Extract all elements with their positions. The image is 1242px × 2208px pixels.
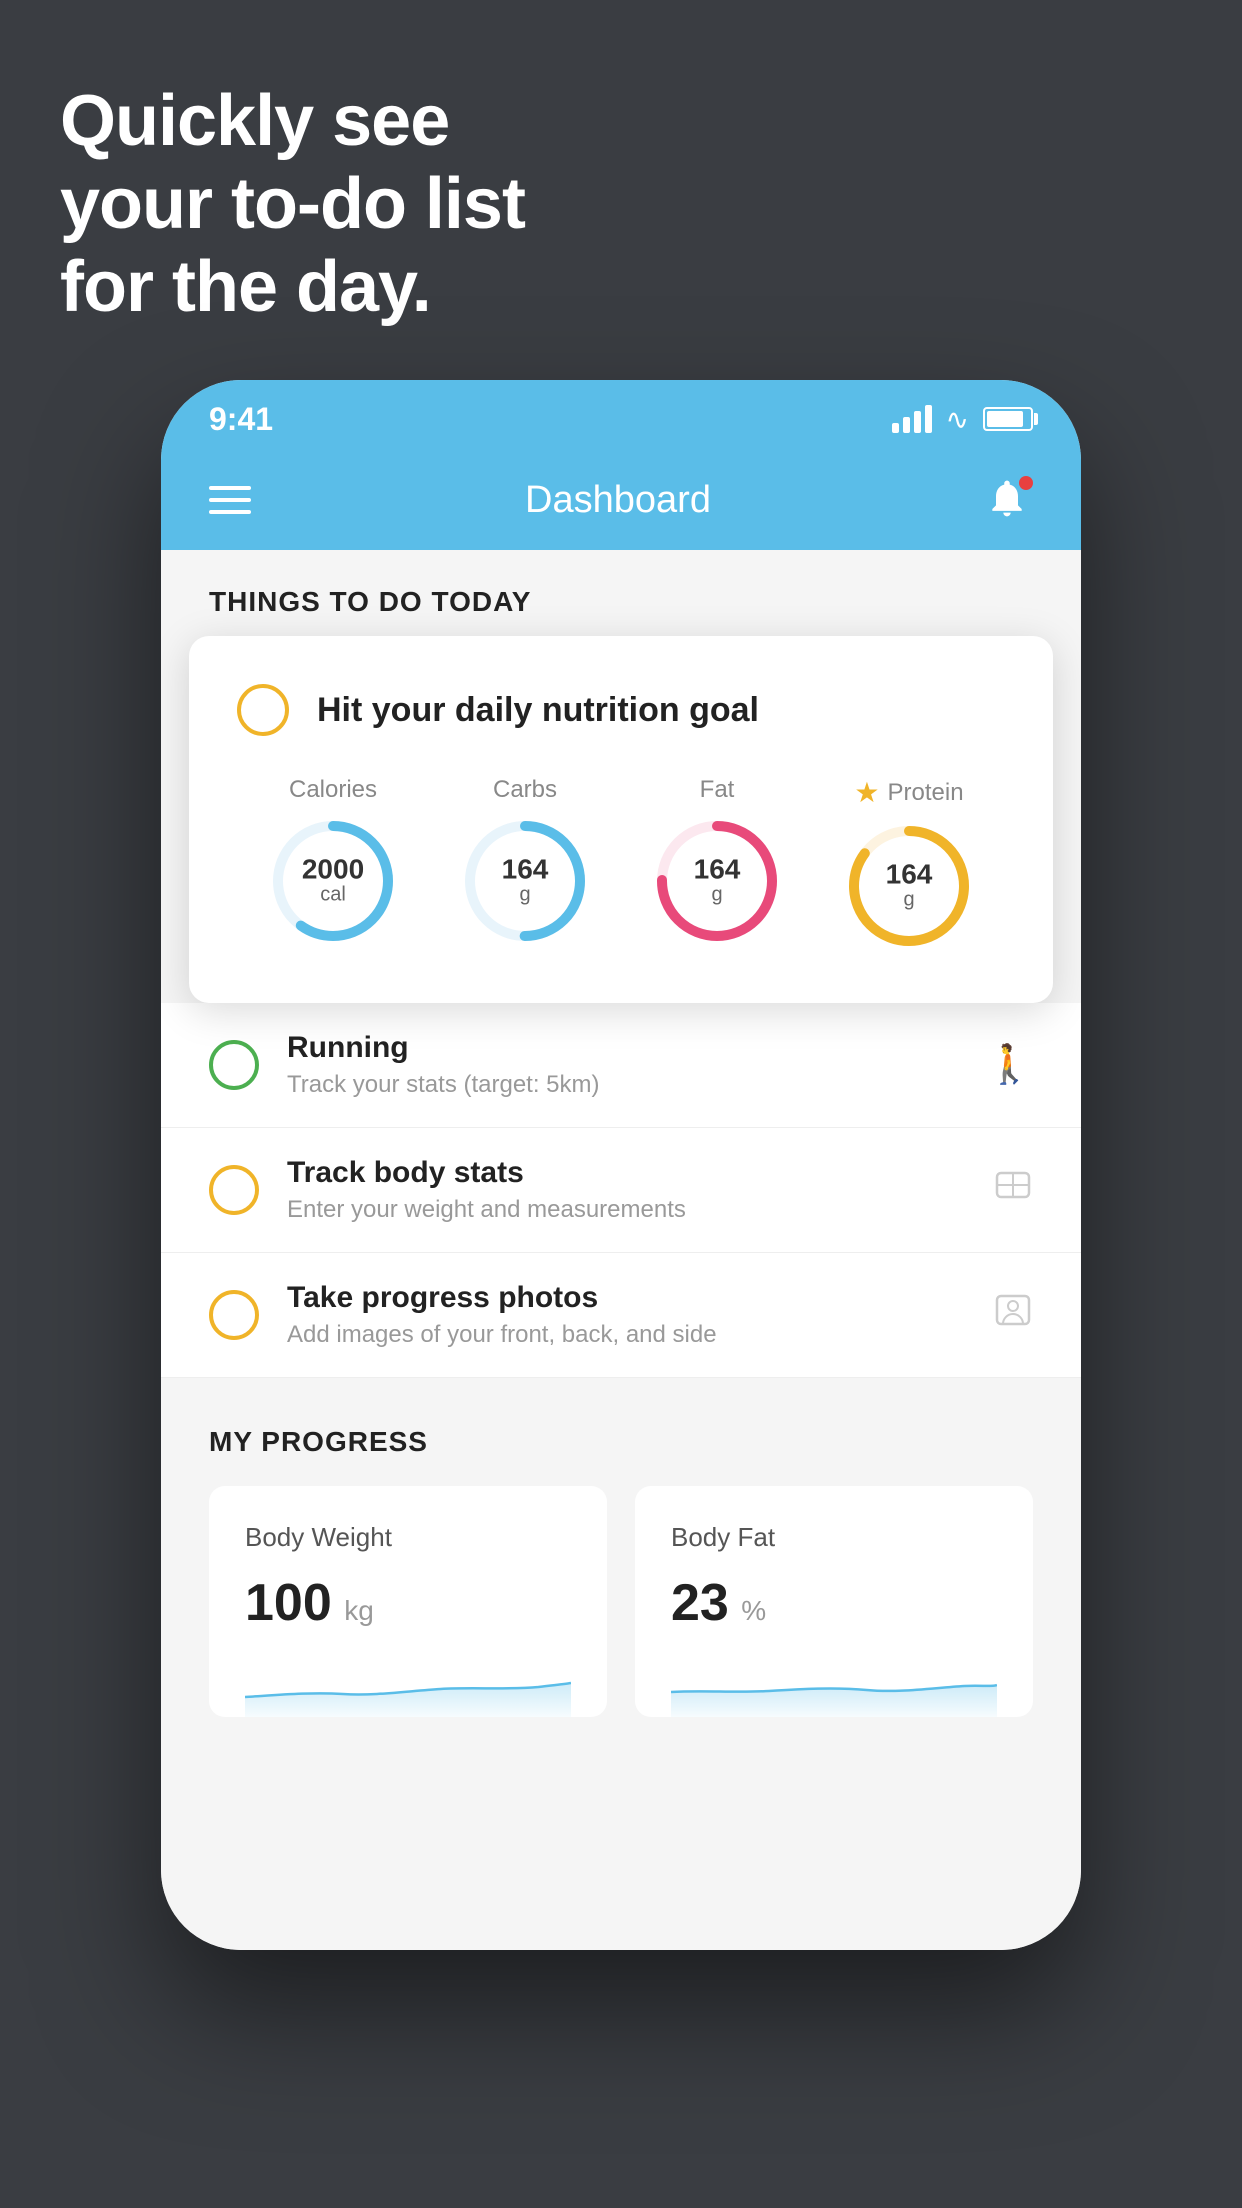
carbs-value-container: 164 g: [502, 856, 549, 907]
calories-ring: 2000 cal: [268, 816, 398, 946]
fat-ring: 164 g: [652, 816, 782, 946]
things-section-header: THINGS TO DO TODAY: [161, 550, 1081, 636]
body-weight-chart: [245, 1657, 571, 1717]
status-icons: ∿: [892, 403, 1033, 436]
body-stats-subtitle: Enter your weight and measurements: [287, 1196, 993, 1224]
body-fat-label: Body Fat: [671, 1522, 997, 1553]
body-weight-value: 100: [245, 1574, 332, 1632]
body-weight-label: Body Weight: [245, 1522, 571, 1553]
person-icon: [993, 1290, 1033, 1340]
body-fat-card[interactable]: Body Fat 23 %: [635, 1486, 1033, 1717]
photos-subtitle: Add images of your front, back, and side: [287, 1321, 993, 1349]
body-stats-text: Track body stats Enter your weight and m…: [287, 1156, 993, 1224]
protein-label: Protein: [888, 779, 964, 807]
calories-label: Calories: [289, 776, 377, 804]
list-item-photos[interactable]: Take progress photos Add images of your …: [161, 1253, 1081, 1378]
list-item-running[interactable]: Running Track your stats (target: 5km) 🚶: [161, 1003, 1081, 1128]
photos-check: [209, 1290, 259, 1340]
notification-bell[interactable]: [985, 476, 1033, 524]
fat-value: 164: [694, 856, 741, 884]
scale-icon: [993, 1165, 1033, 1215]
fat-value-container: 164 g: [694, 856, 741, 907]
running-title: Running: [287, 1031, 986, 1065]
card-header: Hit your daily nutrition goal: [237, 684, 1005, 736]
nutrition-card[interactable]: Hit your daily nutrition goal Calories: [189, 636, 1053, 1003]
protein-value-container: 164 g: [886, 861, 933, 912]
body-weight-card[interactable]: Body Weight 100 kg: [209, 1486, 607, 1717]
carbs-ring: 164 g: [460, 816, 590, 946]
calories-value-container: 2000 cal: [302, 856, 364, 907]
photos-title: Take progress photos: [287, 1281, 993, 1315]
nutrition-protein: ★ Protein 164 g: [844, 776, 974, 951]
headline: Quickly see your to-do list for the day.: [60, 80, 525, 328]
progress-section-title: MY PROGRESS: [209, 1426, 1033, 1458]
fat-label: Fat: [700, 776, 735, 804]
list-item-body-stats[interactable]: Track body stats Enter your weight and m…: [161, 1128, 1081, 1253]
notification-dot: [1019, 476, 1033, 490]
nutrition-check-circle: [237, 684, 289, 736]
body-stats-title: Track body stats: [287, 1156, 993, 1190]
star-icon: ★: [854, 776, 879, 809]
hamburger-menu[interactable]: [209, 486, 251, 514]
progress-cards: Body Weight 100 kg: [209, 1486, 1033, 1717]
protein-value: 164: [886, 861, 933, 889]
running-subtitle: Track your stats (target: 5km): [287, 1071, 986, 1099]
fat-unit: g: [694, 884, 741, 907]
body-stats-check: [209, 1165, 259, 1215]
nutrition-fat: Fat 164 g: [652, 776, 782, 946]
todo-list: Running Track your stats (target: 5km) 🚶…: [161, 1003, 1081, 1378]
body-weight-unit: kg: [344, 1595, 374, 1626]
things-section-title: THINGS TO DO TODAY: [209, 586, 531, 617]
protein-unit: g: [886, 889, 933, 912]
wifi-icon: ∿: [946, 403, 969, 436]
protein-ring: 164 g: [844, 821, 974, 951]
nav-title: Dashboard: [525, 479, 711, 522]
carbs-label: Carbs: [493, 776, 557, 804]
body-weight-value-row: 100 kg: [245, 1573, 571, 1633]
battery-icon: [983, 407, 1033, 431]
nutrition-card-title: Hit your daily nutrition goal: [317, 691, 759, 730]
phone-mockup: 9:41 ∿ Dashboard: [161, 380, 1081, 2140]
signal-icon: [892, 405, 932, 433]
nutrition-circles: Calories 2000 cal: [237, 776, 1005, 951]
body-fat-chart: [671, 1657, 997, 1717]
status-bar: 9:41 ∿: [161, 380, 1081, 450]
shoe-icon: 🚶: [986, 1043, 1033, 1087]
photos-text: Take progress photos Add images of your …: [287, 1281, 993, 1349]
body-fat-value: 23: [671, 1574, 729, 1632]
carbs-unit: g: [502, 884, 549, 907]
carbs-value: 164: [502, 856, 549, 884]
running-text: Running Track your stats (target: 5km): [287, 1031, 986, 1099]
phone-screen: 9:41 ∿ Dashboard: [161, 380, 1081, 1950]
nutrition-calories: Calories 2000 cal: [268, 776, 398, 946]
status-time: 9:41: [209, 401, 273, 438]
body-fat-unit: %: [741, 1595, 766, 1626]
calories-value: 2000: [302, 856, 364, 884]
progress-section: MY PROGRESS Body Weight 100 kg: [161, 1378, 1081, 1753]
running-check: [209, 1040, 259, 1090]
nav-bar: Dashboard: [161, 450, 1081, 550]
body-fat-value-row: 23 %: [671, 1573, 997, 1633]
calories-unit: cal: [302, 884, 364, 907]
nutrition-carbs: Carbs 164 g: [460, 776, 590, 946]
content-area: THINGS TO DO TODAY Hit your daily nutrit…: [161, 550, 1081, 1950]
